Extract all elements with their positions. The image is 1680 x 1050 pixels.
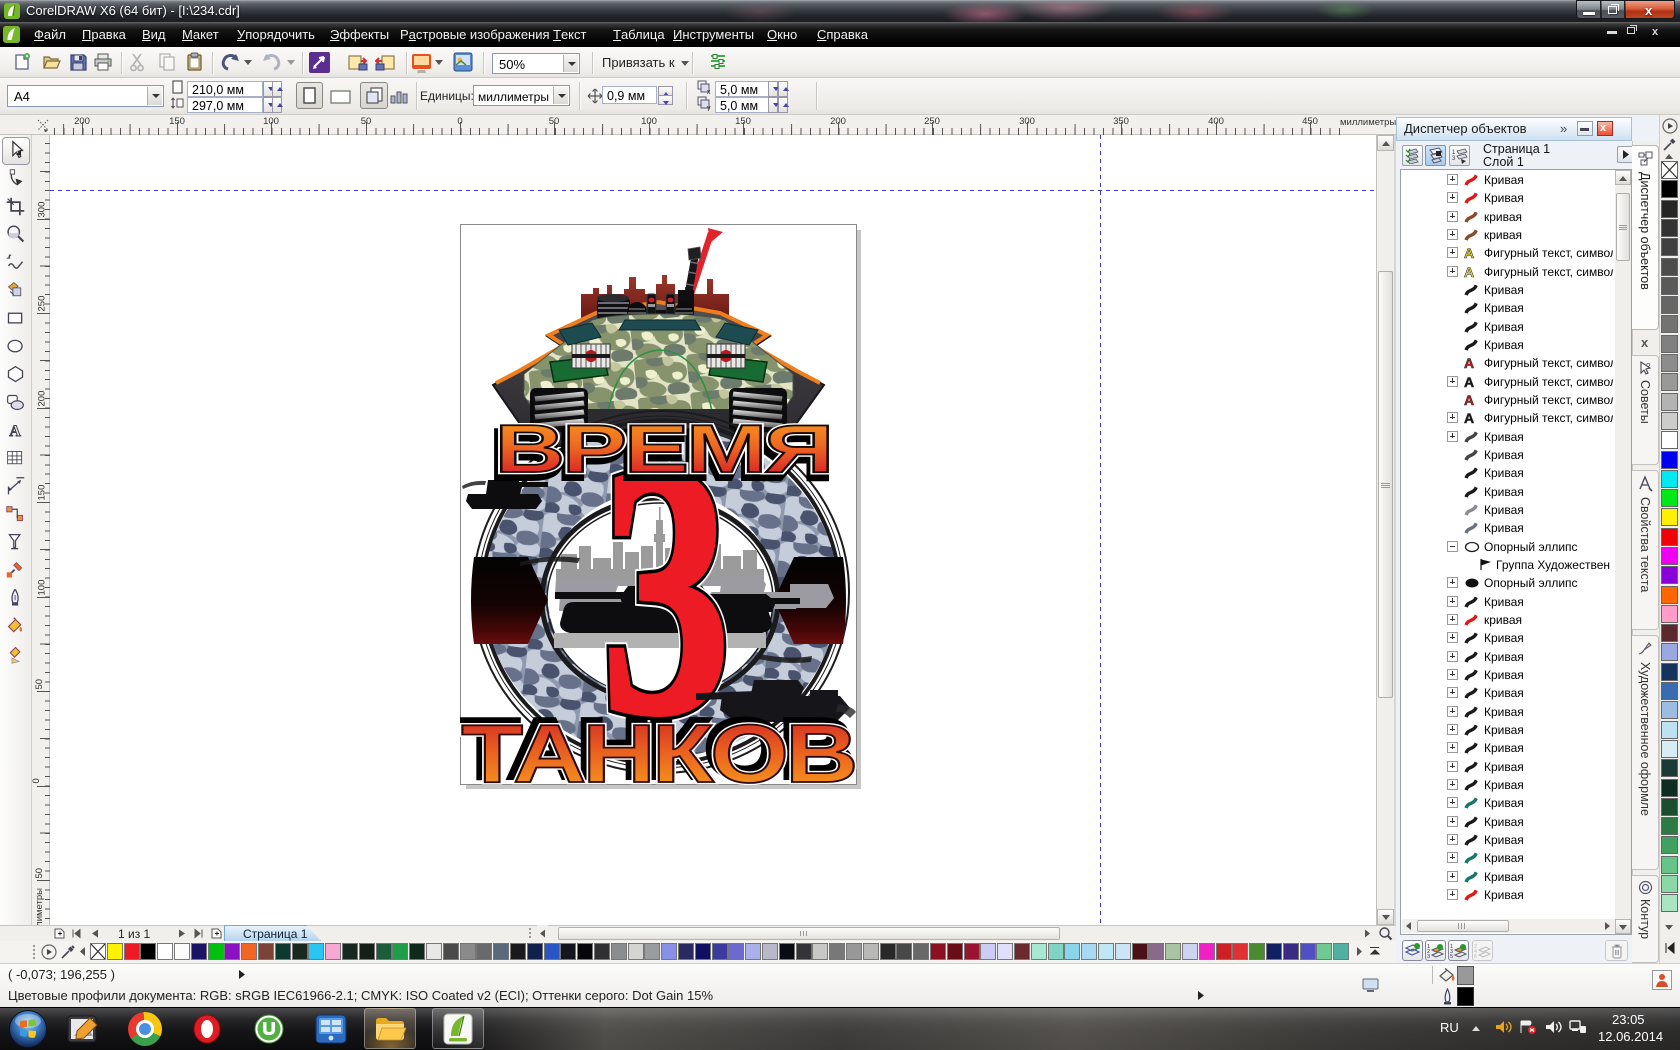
svg-text:x: x [707, 89, 711, 95]
svg-text:y: y [707, 105, 711, 111]
svg-text:A: A [9, 423, 21, 440]
svg-text:ТАНКОВ: ТАНКОВ [461, 707, 854, 785]
svg-text:3: 3 [1427, 954, 1430, 959]
svg-text:6: 6 [1474, 954, 1477, 959]
svg-text:?: ? [1646, 362, 1651, 371]
svg-text:3: 3 [1452, 156, 1456, 162]
svg-text:ВРЕМЯ: ВРЕМЯ [495, 410, 831, 486]
svg-text:5: 5 [1450, 954, 1453, 959]
